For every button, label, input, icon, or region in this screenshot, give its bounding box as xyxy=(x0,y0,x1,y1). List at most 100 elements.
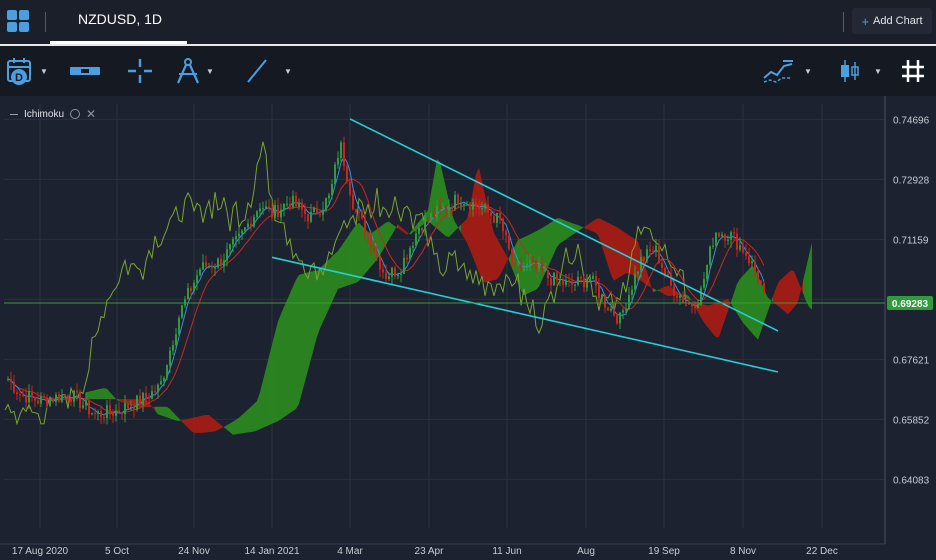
candle-body xyxy=(109,405,111,413)
cloud-segment xyxy=(581,226,584,230)
cloud-segment xyxy=(707,305,710,331)
candle-body xyxy=(46,397,48,406)
candle-body xyxy=(469,203,471,210)
cloud-segment xyxy=(500,243,503,276)
date-range-tool[interactable]: D ▼ xyxy=(6,56,48,86)
candle-body xyxy=(139,395,141,405)
cloud-segment xyxy=(212,417,215,432)
candle-body xyxy=(349,181,351,195)
candle-body xyxy=(736,233,738,250)
candle-body xyxy=(343,142,345,167)
candle-body xyxy=(148,397,150,399)
cloud-segment xyxy=(233,419,236,435)
crosshair-tool[interactable] xyxy=(126,56,154,86)
indicators-tool[interactable]: ▼ xyxy=(762,56,812,86)
candle-body xyxy=(283,203,285,210)
chevron-down-icon[interactable]: ▼ xyxy=(284,67,292,76)
cloud-segment xyxy=(272,332,275,424)
chevron-down-icon[interactable]: ▼ xyxy=(40,67,48,76)
fibonacci-tool[interactable]: ▼ xyxy=(174,56,214,86)
time-axis-label: Aug xyxy=(577,546,595,557)
indicator-name: Ichimoku xyxy=(24,108,65,120)
cloud-segment xyxy=(173,412,176,421)
candle-body xyxy=(481,208,483,210)
cloud-segment xyxy=(770,296,773,306)
candle-body xyxy=(529,260,531,264)
candle-body xyxy=(526,263,528,268)
candle-body xyxy=(661,263,663,268)
candle-body xyxy=(409,247,411,260)
candle-body xyxy=(298,202,300,207)
candle-body xyxy=(319,214,321,216)
cloud-segment xyxy=(326,259,329,316)
price-axis-label: 0.71159 xyxy=(893,235,929,246)
cloud-segment xyxy=(596,218,599,237)
candle-body xyxy=(493,216,495,223)
candle-body xyxy=(490,212,492,217)
tab-nzdusd-1d[interactable]: NZDUSD, 1D xyxy=(50,0,187,44)
candle-body xyxy=(19,394,21,396)
cloud-segment xyxy=(398,224,401,231)
candle-body xyxy=(763,282,765,293)
range-tool[interactable] xyxy=(68,56,102,86)
cloud-segment xyxy=(740,275,743,323)
cloud-segment xyxy=(560,218,563,244)
candle-body xyxy=(97,411,99,414)
cloud-segment xyxy=(203,414,206,433)
cloud-segment xyxy=(611,224,614,281)
close-icon[interactable]: ✕ xyxy=(86,108,96,120)
cloud-segment xyxy=(239,414,242,434)
candle-body xyxy=(619,312,621,324)
cloud-segment xyxy=(785,273,788,315)
trendline-tool[interactable]: ▼ xyxy=(244,56,292,86)
candle-body xyxy=(145,392,147,398)
candle-body xyxy=(643,257,645,262)
cloud-segment xyxy=(305,272,308,382)
candle-body xyxy=(151,391,153,399)
candle-body xyxy=(238,233,240,237)
candle-body xyxy=(454,194,456,210)
apps-grid-icon[interactable] xyxy=(7,10,29,32)
candle-body xyxy=(256,211,258,217)
candle-body xyxy=(502,218,504,232)
cloud-segment xyxy=(245,409,248,433)
cloud-segment xyxy=(200,415,203,433)
candle-body xyxy=(622,310,624,313)
candle-body xyxy=(505,231,507,236)
cloud-segment xyxy=(311,271,314,360)
grid-hash-icon xyxy=(902,60,924,82)
cloud-segment xyxy=(716,302,719,338)
add-chart-button[interactable]: + Add Chart xyxy=(852,8,932,34)
candle-body xyxy=(598,285,600,299)
indicator-legend: Ichimoku ✕ xyxy=(10,107,96,121)
cloud-segment xyxy=(590,221,593,232)
candle-body xyxy=(385,272,387,279)
cloud-segment xyxy=(623,231,626,276)
chart-type-tool[interactable]: ▼ xyxy=(838,56,882,86)
candle-body xyxy=(520,264,522,271)
candle-body xyxy=(64,394,66,396)
candle-body xyxy=(181,305,183,318)
candle-body xyxy=(421,227,423,231)
candle-body xyxy=(100,411,102,417)
grid-toggle[interactable] xyxy=(900,56,926,86)
add-chart-label: Add Chart xyxy=(873,15,923,27)
cloud-segment xyxy=(773,287,776,305)
chevron-down-icon[interactable]: ▼ xyxy=(804,67,812,76)
candle-body xyxy=(34,396,36,401)
cloud-segment xyxy=(731,292,734,309)
candle-body xyxy=(124,403,126,415)
settings-icon[interactable] xyxy=(70,109,81,119)
candle-body xyxy=(235,236,237,240)
kijun-sen-line xyxy=(7,178,765,414)
price-chart[interactable]: 0.746960.729280.711590.693920.676210.658… xyxy=(0,96,936,560)
candle-body xyxy=(307,213,309,222)
chevron-down-icon[interactable]: ▼ xyxy=(206,67,214,76)
candle-body xyxy=(538,263,540,269)
cloud-segment xyxy=(341,242,344,288)
candle-body xyxy=(202,262,204,270)
cloud-segment xyxy=(209,415,212,433)
candle-body xyxy=(448,206,450,211)
calendar-date-icon: D xyxy=(7,58,31,85)
chevron-down-icon[interactable]: ▼ xyxy=(874,67,882,76)
